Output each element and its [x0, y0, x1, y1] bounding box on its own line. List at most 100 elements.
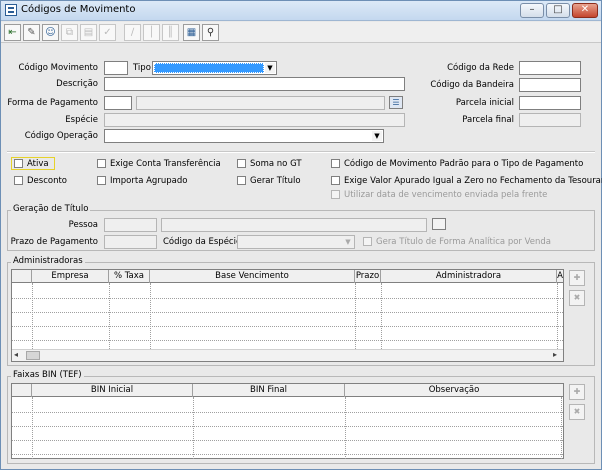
- descricao-label: Descrição: [56, 79, 98, 89]
- tipo-select[interactable]: ▼: [152, 61, 277, 75]
- toolbar: ⇤ ✎ ☺ ⧉ ▤ ✓ ∕ │ ║ ▦ ⚲: [1, 22, 601, 43]
- gerar-titulo-label: Gerar Título: [250, 176, 301, 186]
- especie-input: [104, 113, 405, 127]
- codigo-bandeira-input[interactable]: [519, 78, 581, 92]
- separator-icon[interactable]: │: [143, 24, 160, 41]
- scroll-right-icon[interactable]: ▸: [553, 350, 557, 359]
- maximize-button[interactable]: □: [546, 3, 570, 18]
- descricao-input[interactable]: [104, 77, 405, 91]
- paste-icon[interactable]: ▤: [80, 24, 97, 41]
- remove-row-icon[interactable]: ✖: [569, 290, 585, 306]
- binoculars-icon[interactable]: ⚲: [202, 24, 219, 41]
- column-header[interactable]: Base Vencimento: [150, 270, 355, 283]
- tipo-select-highlight: [154, 63, 264, 73]
- add-row-icon[interactable]: ✚: [569, 270, 585, 286]
- pessoa-lookup-button[interactable]: [432, 218, 446, 230]
- scroll-thumb[interactable]: [26, 351, 40, 360]
- prazo-pagamento-label: Prazo de Pagamento: [10, 237, 98, 247]
- exige-conta-checkbox[interactable]: [97, 159, 106, 168]
- parcela-inicial-input[interactable]: [519, 96, 581, 110]
- row-indicator-header: [12, 270, 32, 283]
- administradoras-title: Administradoras: [11, 256, 85, 266]
- column-header[interactable]: BIN Inicial: [32, 384, 193, 397]
- forma-pagamento-label: Forma de Pagamento: [7, 98, 98, 108]
- codigo-operacao-select[interactable]: ▼: [104, 129, 384, 143]
- app-icon: [5, 4, 17, 16]
- codigo-especie-select: ▼: [237, 235, 355, 249]
- users-icon[interactable]: ☺: [42, 24, 59, 41]
- remove-row-icon[interactable]: ✖: [569, 404, 585, 420]
- importa-agrupado-label: Importa Agrupado: [110, 176, 188, 186]
- scroll-left-icon[interactable]: ◂: [14, 350, 18, 359]
- column-header[interactable]: Prazo: [355, 270, 381, 283]
- desconto-checkbox[interactable]: [14, 176, 23, 185]
- soma-gt-checkbox[interactable]: [237, 159, 246, 168]
- exige-conta-label: Exige Conta Transferência: [110, 159, 221, 169]
- especie-label: Espécie: [65, 115, 98, 125]
- prazo-pagamento-input: [104, 235, 157, 249]
- faixas-bin-title: Faixas BIN (TEF): [11, 370, 84, 380]
- close-button[interactable]: ✕: [572, 3, 598, 18]
- window-title: Códigos de Movimento: [21, 4, 136, 15]
- divider: [7, 151, 595, 153]
- title-bar[interactable]: Códigos de Movimento – □ ✕: [1, 1, 601, 21]
- minimize-button[interactable]: –: [520, 3, 544, 18]
- exit-icon[interactable]: ⇤: [4, 24, 21, 41]
- column-header[interactable]: Empresa: [32, 270, 109, 283]
- horizontal-scrollbar[interactable]: ◂ ▸: [12, 349, 563, 361]
- ativa-checkbox[interactable]: [14, 159, 23, 168]
- list-icon[interactable]: ☰: [389, 96, 403, 109]
- administradoras-header: Empresa % Taxa Base Vencimento Prazo Adm…: [12, 270, 563, 283]
- chevron-down-icon[interactable]: ▼: [265, 63, 275, 73]
- parcela-final-label: Parcela final: [462, 115, 514, 125]
- forma-pagamento-code[interactable]: [104, 96, 132, 110]
- pessoa-label: Pessoa: [68, 220, 98, 230]
- column-header[interactable]: Observação: [345, 384, 563, 397]
- codigo-rede-input[interactable]: [519, 61, 581, 75]
- chevron-down-icon: ▼: [343, 237, 353, 247]
- gerar-titulo-checkbox[interactable]: [237, 176, 246, 185]
- ativa-label: Ativa: [27, 159, 49, 169]
- exige-valor-label: Exige Valor Apurado Igual a Zero no Fech…: [344, 176, 602, 186]
- administradoras-grid[interactable]: Empresa % Taxa Base Vencimento Prazo Adm…: [11, 269, 564, 362]
- geracao-titulo-title: Geração de Título: [11, 204, 91, 214]
- codigo-especie-label: Código da Espécie: [163, 237, 242, 247]
- codigo-movimento-input[interactable]: [104, 61, 128, 75]
- pessoa-name-input: [161, 218, 427, 232]
- column-header[interactable]: A: [557, 270, 563, 283]
- desconto-label: Desconto: [27, 176, 67, 186]
- pessoa-code-input: [104, 218, 157, 232]
- add-row-icon[interactable]: ✚: [569, 384, 585, 400]
- codigo-padrao-checkbox[interactable]: [331, 159, 340, 168]
- codigo-movimento-label: Código Movimento: [18, 63, 98, 73]
- column-header[interactable]: % Taxa: [109, 270, 150, 283]
- grid-icon[interactable]: ▦: [183, 24, 200, 41]
- importa-agrupado-checkbox[interactable]: [97, 176, 106, 185]
- faixas-bin-header: BIN Inicial BIN Final Observação: [12, 384, 563, 397]
- columns-icon[interactable]: ║: [162, 24, 179, 41]
- pencil-icon[interactable]: ∕: [124, 24, 141, 41]
- utilizar-data-label: Utilizar data de vencimento enviada pela…: [344, 190, 548, 200]
- parcela-inicial-label: Parcela inicial: [455, 98, 514, 108]
- chevron-down-icon[interactable]: ▼: [372, 131, 382, 141]
- main-window: Códigos de Movimento – □ ✕ ⇤ ✎ ☺ ⧉ ▤ ✓ ∕…: [0, 0, 602, 470]
- utilizar-data-checkbox[interactable]: [331, 190, 340, 199]
- column-header[interactable]: Administradora: [381, 270, 557, 283]
- codigo-operacao-label: Código Operação: [24, 131, 98, 141]
- copy-icon[interactable]: ⧉: [61, 24, 78, 41]
- codigo-rede-label: Código da Rede: [447, 63, 514, 73]
- gera-titulo-label: Gera Título de Forma Analítica por Venda: [376, 237, 551, 247]
- parcela-final-input: [519, 113, 581, 127]
- forma-pagamento-desc: [136, 96, 385, 110]
- check-icon[interactable]: ✓: [99, 24, 116, 41]
- faixas-bin-grid[interactable]: BIN Inicial BIN Final Observação: [11, 383, 564, 459]
- exige-valor-checkbox[interactable]: [331, 176, 340, 185]
- column-header[interactable]: BIN Final: [193, 384, 345, 397]
- tipo-label: Tipo: [133, 63, 151, 73]
- soma-gt-label: Soma no GT: [250, 159, 302, 169]
- row-indicator-header: [12, 384, 32, 397]
- gera-titulo-checkbox[interactable]: [363, 237, 372, 246]
- edit-icon[interactable]: ✎: [23, 24, 40, 41]
- codigo-bandeira-label: Código da Bandeira: [430, 80, 514, 90]
- codigo-padrao-label: Código de Movimento Padrão para o Tipo d…: [344, 159, 584, 169]
